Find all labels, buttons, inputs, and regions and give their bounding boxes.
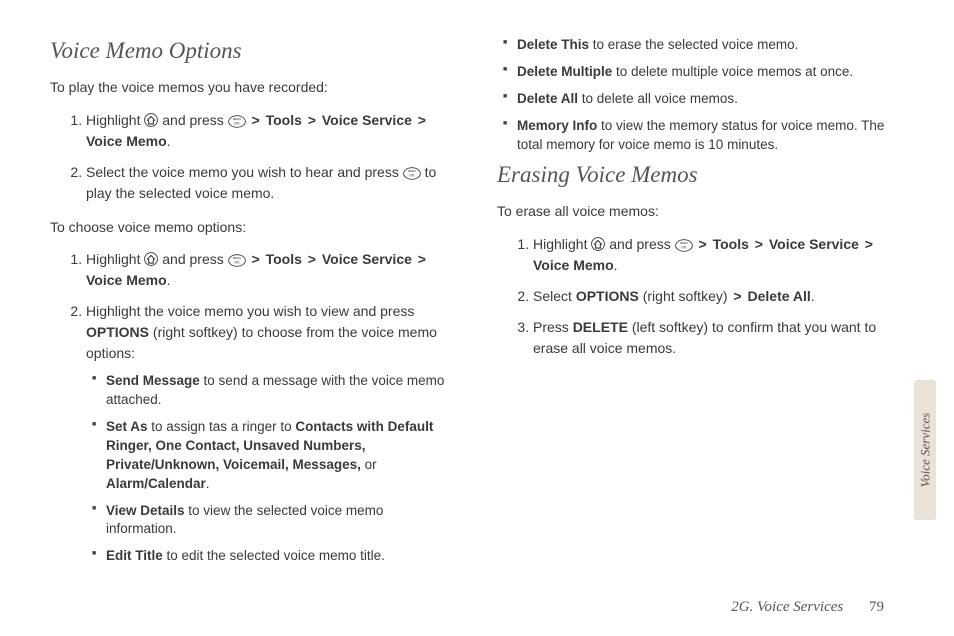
label: Memory Info [517, 118, 597, 133]
separator: > [416, 112, 428, 128]
menu-ok-icon: MENUOK [228, 113, 246, 127]
label: Edit Title [106, 548, 163, 563]
separator: > [250, 112, 262, 128]
separator: > [416, 251, 428, 267]
svg-text:OK: OK [409, 173, 415, 177]
opt-edit-title: Edit Title to edit the selected voice me… [92, 547, 457, 566]
svg-text:OK: OK [681, 246, 687, 250]
menu-ok-icon: MENUOK [403, 165, 421, 179]
separator: > [863, 236, 875, 252]
voice-memo-option-list-cont: Delete This to erase the selected voice … [497, 36, 904, 154]
path-tools: Tools [266, 112, 302, 128]
heading-voice-memo-options: Voice Memo Options [50, 38, 457, 64]
text: Highlight [86, 112, 144, 128]
page-footer: 2G. Voice Services 79 [731, 599, 884, 616]
opt-delete-all: Delete All to delete all voice memos. [503, 90, 904, 109]
text: Select the voice memo you wish to hear a… [86, 164, 403, 180]
separator: > [306, 251, 318, 267]
home-icon [144, 251, 158, 265]
opt-delete-all: Delete All [748, 288, 811, 304]
text: Select [533, 288, 576, 304]
play-step-1: Highlight and press MENUOK > Tools > Voi… [86, 110, 457, 152]
opt-memory-info: Memory Info to view the memory status fo… [503, 117, 904, 155]
path-tools: Tools [713, 236, 749, 252]
path-voice-memo: Voice Memo [86, 272, 167, 288]
svg-text:OK: OK [234, 261, 240, 265]
path-voice-memo: Voice Memo [533, 257, 614, 273]
text: to delete multiple voice memos at once. [612, 64, 853, 79]
separator: > [753, 236, 765, 252]
text: Highlight [86, 251, 144, 267]
page-content: Voice Memo Options To play the voice mem… [0, 0, 954, 590]
menu-ok-icon: MENUOK [675, 237, 693, 251]
text: to erase the selected voice memo. [589, 37, 798, 52]
erase-step-3: Press DELETE (left softkey) to confirm t… [533, 317, 904, 359]
side-tab-label: Voice Services [917, 413, 933, 488]
svg-text:MENU: MENU [232, 117, 240, 121]
steps-erase: Highlight and press MENUOK > Tools > Voi… [497, 234, 904, 359]
label: Delete All [517, 91, 578, 106]
voice-memo-option-list: Send Message to send a message with the … [86, 372, 457, 566]
text: Press [533, 319, 573, 335]
text-bold: Alarm/Calendar [106, 476, 206, 491]
separator: > [697, 236, 709, 252]
text: to edit the selected voice memo title. [163, 548, 385, 563]
opt-set-as: Set As to assign tas a ringer to Contact… [92, 418, 457, 494]
opt-delete-multiple: Delete Multiple to delete multiple voice… [503, 63, 904, 82]
path-voice-service: Voice Service [322, 251, 412, 267]
label: Delete Multiple [517, 64, 612, 79]
svg-text:MENU: MENU [407, 169, 415, 173]
heading-erasing-voice-memos: Erasing Voice Memos [497, 162, 904, 188]
svg-text:MENU: MENU [679, 241, 687, 245]
side-tab-voice-services: Voice Services [914, 380, 936, 520]
erase-step-2: Select OPTIONS (right softkey) > Delete … [533, 286, 904, 307]
softkey-options: OPTIONS [576, 288, 639, 304]
svg-text:MENU: MENU [232, 256, 240, 260]
erase-step-1: Highlight and press MENUOK > Tools > Voi… [533, 234, 904, 276]
path-voice-service: Voice Service [322, 112, 412, 128]
path-tools: Tools [266, 251, 302, 267]
home-icon [144, 112, 158, 126]
softkey-options: OPTIONS [86, 324, 149, 340]
text: to delete all voice memos. [578, 91, 738, 106]
label: Delete This [517, 37, 589, 52]
label: Send Message [106, 373, 200, 388]
home-icon [591, 236, 605, 250]
opt-delete-this: Delete This to erase the selected voice … [503, 36, 904, 55]
separator: > [731, 288, 743, 304]
separator: > [306, 112, 318, 128]
label: View Details [106, 503, 185, 518]
options-step-1: Highlight and press MENUOK > Tools > Voi… [86, 249, 457, 291]
softkey-delete: DELETE [573, 319, 628, 335]
intro-play-memos: To play the voice memos you have recorde… [50, 78, 457, 98]
text: to assign tas a ringer to [148, 419, 296, 434]
steps-play: Highlight and press MENUOK > Tools > Voi… [50, 110, 457, 204]
text: or [361, 457, 377, 472]
separator: > [250, 251, 262, 267]
options-step-2: Highlight the voice memo you wish to vie… [86, 301, 457, 566]
text: (right softkey) [643, 288, 732, 304]
text: and press [162, 251, 227, 267]
left-column: Voice Memo Options To play the voice mem… [50, 30, 457, 580]
opt-send-message: Send Message to send a message with the … [92, 372, 457, 410]
label: Set As [106, 419, 148, 434]
intro-choose-options: To choose voice memo options: [50, 218, 457, 238]
page-number: 79 [869, 599, 884, 615]
play-step-2: Select the voice memo you wish to hear a… [86, 162, 457, 204]
opt-view-details: View Details to view the selected voice … [92, 502, 457, 540]
text: and press [609, 236, 674, 252]
text: Highlight the voice memo you wish to vie… [86, 303, 414, 319]
path-voice-service: Voice Service [769, 236, 859, 252]
path-voice-memo: Voice Memo [86, 133, 167, 149]
text: and press [162, 112, 227, 128]
svg-text:OK: OK [234, 121, 240, 125]
text: Highlight [533, 236, 591, 252]
steps-options: Highlight and press MENUOK > Tools > Voi… [50, 249, 457, 566]
right-column: Delete This to erase the selected voice … [497, 30, 904, 580]
menu-ok-icon: MENUOK [228, 252, 246, 266]
footer-section-label: 2G. Voice Services [731, 599, 843, 615]
intro-erase-all: To erase all voice memos: [497, 202, 904, 222]
